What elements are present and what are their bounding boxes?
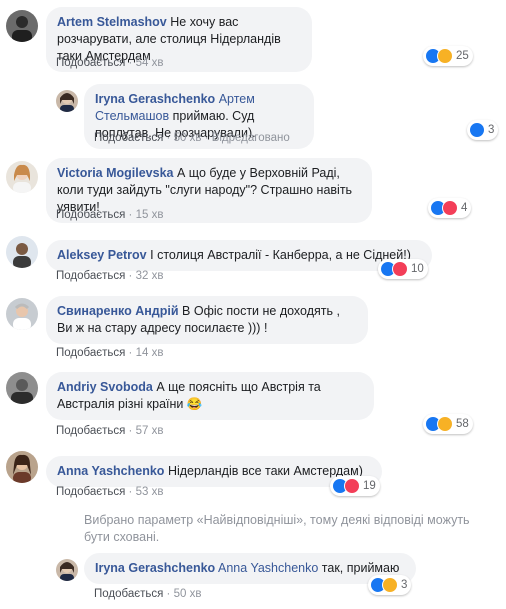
- timestamp[interactable]: 14 хв: [136, 347, 164, 359]
- like-button[interactable]: Подобається: [56, 57, 125, 69]
- separator: ·: [166, 132, 171, 144]
- comment-actions: Подобається · 14 хв: [56, 347, 163, 359]
- haha-reaction-icon: [437, 48, 453, 64]
- comment-author[interactable]: Andriy Svoboda: [57, 380, 153, 394]
- edited-label[interactable]: Відредаговано: [212, 132, 290, 144]
- reaction-summary[interactable]: 3: [467, 120, 499, 140]
- separator: ·: [166, 588, 171, 600]
- comment-actions: Подобається · 32 хв: [56, 270, 163, 282]
- timestamp[interactable]: 50 хв: [174, 132, 202, 144]
- reaction-count: 58: [456, 418, 469, 430]
- timestamp[interactable]: 54 хв: [136, 57, 164, 69]
- separator: ·: [128, 209, 133, 221]
- like-button[interactable]: Подобається: [56, 347, 125, 359]
- reaction-summary[interactable]: 3: [368, 575, 412, 595]
- comment-author[interactable]: Aleksey Petrov: [57, 248, 147, 262]
- comment-actions: Подобається · 54 хв: [56, 57, 163, 69]
- comment-actions: Подобається · 50 хв: [94, 588, 201, 600]
- mention-link[interactable]: Anna Yashchenko: [218, 561, 318, 575]
- comment-author[interactable]: Victoria Mogilevska: [57, 166, 174, 180]
- reaction-summary[interactable]: 10: [378, 259, 428, 279]
- haha-reaction-icon: [382, 577, 398, 593]
- reaction-count: 25: [456, 50, 469, 62]
- like-button[interactable]: Подобається: [56, 425, 125, 437]
- laughing-emoji-icon: 😂: [186, 397, 203, 411]
- comment-author[interactable]: Iryna Gerashchenko: [95, 92, 215, 106]
- comment-actions: Подобається · 57 хв: [56, 425, 163, 437]
- like-button[interactable]: Подобається: [56, 209, 125, 221]
- like-reaction-icon: [469, 122, 485, 138]
- comment-bubble: Свинаренко Андрій В Офіс пости не доходя…: [46, 296, 368, 344]
- avatar[interactable]: [6, 161, 38, 193]
- comment-author[interactable]: Свинаренко Андрій: [57, 304, 179, 318]
- comment-actions: Подобається · 50 хв · Відредаговано: [94, 132, 290, 144]
- comment-bubble: Aleksey Petrov І столиця Австралії - Кан…: [46, 240, 432, 271]
- love-reaction-icon: [392, 261, 408, 277]
- comment-text: І столиця Австралії - Канберра, а не Сід…: [150, 248, 411, 262]
- separator: ·: [204, 132, 209, 144]
- reaction-count: 3: [401, 579, 408, 591]
- avatar[interactable]: [6, 372, 38, 404]
- comment-bubble: Iryna Gerashchenko Anna Yashchenko так, …: [84, 553, 416, 584]
- comment-actions: Подобається · 15 хв: [56, 209, 163, 221]
- reaction-summary[interactable]: 58: [423, 414, 473, 434]
- reaction-count: 10: [411, 263, 424, 275]
- comment-author[interactable]: Anna Yashchenko: [57, 464, 164, 478]
- separator: ·: [128, 486, 133, 498]
- separator: ·: [128, 347, 133, 359]
- love-reaction-icon: [442, 200, 458, 216]
- reaction-count: 3: [488, 124, 495, 136]
- timestamp[interactable]: 15 хв: [136, 209, 164, 221]
- hidden-replies-notice: Вибрано параметр «Найвідповідніші», тому…: [84, 513, 470, 544]
- timestamp[interactable]: 53 хв: [136, 486, 164, 498]
- timestamp[interactable]: 50 хв: [174, 588, 202, 600]
- haha-reaction-icon: [437, 416, 453, 432]
- like-button[interactable]: Подобається: [56, 270, 125, 282]
- like-button[interactable]: Подобається: [94, 132, 163, 144]
- avatar[interactable]: [56, 559, 78, 581]
- avatar[interactable]: [6, 236, 38, 268]
- reaction-count: 19: [363, 480, 376, 492]
- avatar[interactable]: [56, 90, 78, 112]
- comment-author[interactable]: Iryna Gerashchenko: [95, 561, 215, 575]
- comment-text: Нідерландів все таки Амстердам): [167, 464, 363, 478]
- reaction-summary[interactable]: 4: [428, 198, 472, 218]
- separator: ·: [128, 270, 133, 282]
- separator: ·: [128, 57, 133, 69]
- reaction-summary[interactable]: 25: [423, 46, 473, 66]
- comment-bubble: Andriy Svoboda А ще поясніть що Австрія …: [46, 372, 374, 420]
- comment-actions: Подобається · 53 хв: [56, 486, 163, 498]
- reaction-summary[interactable]: 19: [330, 476, 380, 496]
- love-reaction-icon: [344, 478, 360, 494]
- avatar[interactable]: [6, 451, 38, 483]
- reaction-count: 4: [461, 202, 468, 214]
- comment-author[interactable]: Artem Stelmashov: [57, 15, 167, 29]
- avatar[interactable]: [6, 10, 38, 42]
- comment-text: так, приймаю: [321, 561, 400, 575]
- like-button[interactable]: Подобається: [94, 588, 163, 600]
- like-button[interactable]: Подобається: [56, 486, 125, 498]
- separator: ·: [128, 425, 133, 437]
- avatar[interactable]: [6, 298, 38, 330]
- timestamp[interactable]: 32 хв: [136, 270, 164, 282]
- timestamp[interactable]: 57 хв: [136, 425, 164, 437]
